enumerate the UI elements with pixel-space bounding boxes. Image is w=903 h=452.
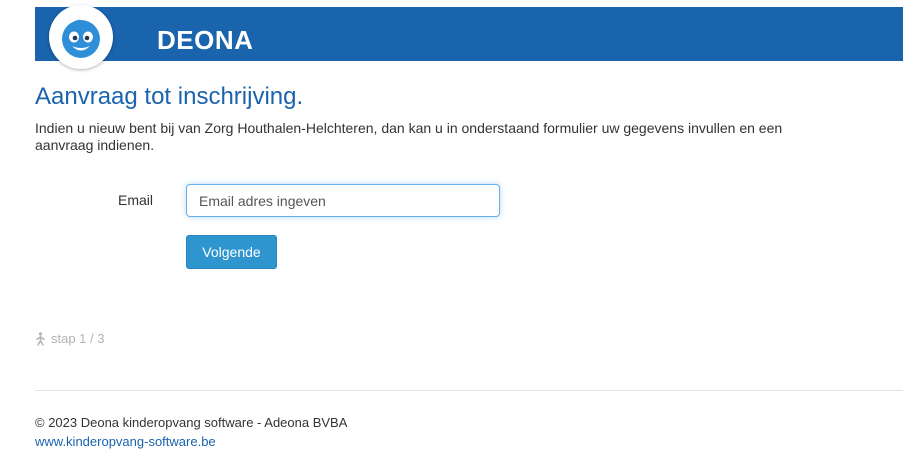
walking-person-icon <box>36 331 45 346</box>
email-field[interactable] <box>186 184 500 217</box>
smiling-blue-face-icon <box>62 19 100 58</box>
copyright-text: © 2023 Deona kinderopvang software - Ade… <box>35 415 348 430</box>
header-bar: DEONA <box>35 7 903 61</box>
deona-logo[interactable] <box>49 5 113 69</box>
step-indicator: stap 1 / 3 <box>35 331 104 346</box>
page-title: Aanvraag tot inschrijving. <box>35 83 304 110</box>
next-button[interactable]: Volgende <box>186 235 277 269</box>
brand-name: DEONA <box>157 25 254 55</box>
footer-divider <box>35 390 903 391</box>
website-link[interactable]: www.kinderopvang-software.be <box>35 434 216 449</box>
email-label: Email <box>118 192 154 208</box>
step-text: stap 1 / 3 <box>51 331 105 346</box>
intro-text: Indien u nieuw bent bij van Zorg Houthal… <box>35 120 783 153</box>
